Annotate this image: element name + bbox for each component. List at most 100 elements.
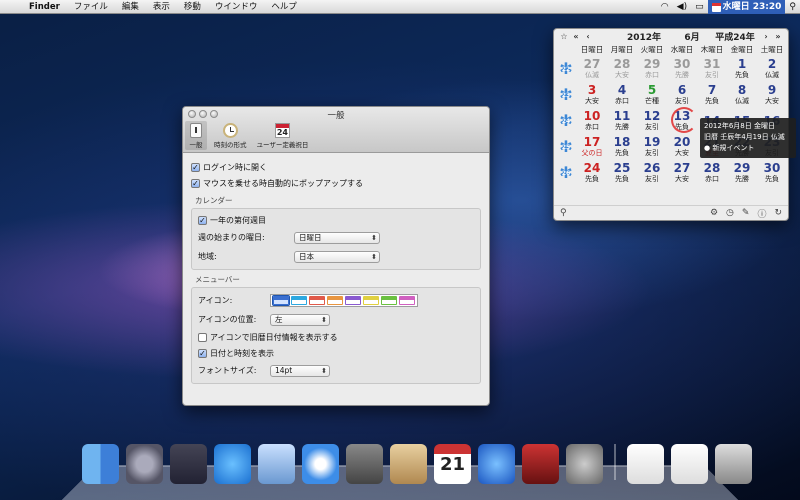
calendar-day[interactable]: 20 大安 bbox=[667, 136, 697, 158]
volume-icon[interactable]: ◀) bbox=[673, 0, 691, 14]
calendar-day[interactable]: 25 先負 bbox=[607, 162, 637, 184]
icon-style-option[interactable] bbox=[363, 296, 379, 305]
facetime-icon[interactable] bbox=[346, 444, 383, 484]
calendar-day[interactable]: 8 仏滅 bbox=[727, 84, 757, 106]
itunes-icon[interactable] bbox=[478, 444, 515, 484]
system-prefs-icon[interactable] bbox=[566, 444, 603, 484]
menu-view[interactable]: 表示 bbox=[146, 0, 177, 14]
mission-control-icon[interactable] bbox=[170, 444, 207, 484]
weekday-label: 土曜日 bbox=[760, 45, 784, 54]
finder-icon[interactable] bbox=[82, 444, 119, 484]
menu-file[interactable]: ファイル bbox=[67, 0, 115, 14]
calendar-day[interactable]: 18 先負 bbox=[607, 136, 637, 158]
menu-help[interactable]: ヘルプ bbox=[264, 0, 304, 14]
login-checkbox[interactable]: ✓ bbox=[191, 162, 200, 172]
calendar-day[interactable]: 28 赤口 bbox=[697, 162, 727, 184]
tooltip-new-event[interactable]: ● 新規イベント bbox=[704, 143, 792, 154]
icon-style-option[interactable] bbox=[345, 296, 361, 305]
calendar-day[interactable]: 27 仏滅 bbox=[577, 58, 607, 80]
app-store-icon[interactable] bbox=[214, 444, 251, 484]
tag-icon[interactable]: ⚲ bbox=[560, 208, 567, 218]
mail-icon[interactable] bbox=[390, 444, 427, 484]
calendar-icon[interactable]: 21 bbox=[434, 444, 471, 484]
document-icon[interactable] bbox=[627, 444, 664, 484]
datetime-checkbox[interactable]: ✓ bbox=[198, 348, 207, 358]
login-option[interactable]: ✓ ログイン時に開く bbox=[191, 159, 481, 175]
gear-icon[interactable]: ⚙ bbox=[710, 208, 718, 218]
icon-style-option[interactable] bbox=[327, 296, 343, 305]
calendar-day[interactable]: 3 大安 bbox=[577, 84, 607, 106]
calendar-day[interactable]: 26 友引 bbox=[637, 162, 667, 184]
preview-icon[interactable] bbox=[258, 444, 295, 484]
lunar-checkbox[interactable] bbox=[198, 332, 207, 342]
calendar-day[interactable]: 27 大安 bbox=[667, 162, 697, 184]
datetime-option[interactable]: ✓ 日付と時刻を表示 bbox=[198, 345, 474, 361]
clock-icon[interactable]: ◷ bbox=[726, 208, 734, 218]
hover-option[interactable]: ✓ マウスを乗せる時自動的にポップアップする bbox=[191, 175, 481, 191]
menu-app-finder[interactable]: Finder bbox=[22, 0, 67, 14]
calendar-day[interactable]: 13 先負 bbox=[667, 107, 697, 133]
trash-icon[interactable] bbox=[715, 444, 752, 484]
icon-style-option[interactable] bbox=[291, 296, 307, 305]
icon-style-option[interactable] bbox=[272, 295, 290, 306]
region-select[interactable]: 日本 bbox=[294, 250, 380, 263]
lunar-option[interactable]: アイコンで旧暦日付情報を表示する bbox=[198, 329, 474, 345]
preferences-window: 一般 一般 時刻の形式 24 ユーザー定義祝日 ✓ ログイン時に開く ✓ マウス… bbox=[182, 106, 490, 406]
tab-general[interactable]: 一般 bbox=[185, 121, 207, 150]
calendar-day[interactable]: 5 芒種 bbox=[637, 84, 667, 106]
icon-style-option[interactable] bbox=[399, 296, 415, 305]
day-rokuyo: 先勝 bbox=[675, 71, 689, 79]
calendar-day[interactable]: 7 先負 bbox=[697, 84, 727, 106]
launchpad-icon[interactable] bbox=[126, 444, 163, 484]
weeknum-checkbox[interactable]: ✓ bbox=[198, 215, 207, 225]
calendar-day[interactable]: 12 友引 bbox=[637, 110, 667, 132]
tab-time-format[interactable]: 時刻の形式 bbox=[211, 121, 250, 150]
favorite-star-icon[interactable]: ☆ bbox=[558, 32, 570, 41]
weeknum-option[interactable]: ✓ 一年の第何週目 bbox=[198, 212, 474, 228]
calendar-day[interactable]: 29 先勝 bbox=[727, 162, 757, 184]
week-start-select[interactable]: 日曜日 bbox=[294, 231, 380, 244]
battery-icon[interactable]: ▭ bbox=[691, 0, 708, 14]
prev-year-button[interactable]: « bbox=[570, 32, 582, 41]
wifi-icon[interactable]: ◠ bbox=[657, 0, 673, 14]
calendar-day[interactable]: 2 仏滅 bbox=[757, 58, 787, 80]
calendar-day[interactable]: 29 赤口 bbox=[637, 58, 667, 80]
calendar-day[interactable]: 10 赤口 bbox=[577, 110, 607, 132]
calendar-day[interactable]: 31 友引 bbox=[697, 58, 727, 80]
icon-style-option[interactable] bbox=[309, 296, 325, 305]
icon-style-option[interactable] bbox=[381, 296, 397, 305]
calendar-day[interactable]: 1 先負 bbox=[727, 58, 757, 80]
menubar-section-label: メニューバー bbox=[195, 275, 240, 284]
calendar-day[interactable]: 28 大安 bbox=[607, 58, 637, 80]
calendar-icon: 24 bbox=[274, 122, 290, 138]
fontsize-select[interactable]: 14pt bbox=[270, 364, 330, 377]
tab-custom-holidays[interactable]: 24 ユーザー定義祝日 bbox=[254, 121, 312, 150]
menu-edit[interactable]: 編集 bbox=[115, 0, 146, 14]
safari-icon[interactable] bbox=[302, 444, 339, 484]
calendar-day[interactable]: 11 先勝 bbox=[607, 110, 637, 132]
calendar-day[interactable]: 30 先勝 bbox=[667, 58, 697, 80]
calendar-day[interactable]: 30 先負 bbox=[757, 162, 787, 184]
menu-window[interactable]: ウインドウ bbox=[208, 0, 265, 14]
photobooth-icon[interactable] bbox=[522, 444, 559, 484]
next-year-button[interactable]: » bbox=[772, 32, 784, 41]
spotlight-icon[interactable]: ⚲ bbox=[785, 0, 800, 14]
menubar-clock[interactable]: 水曜日 23:20 bbox=[707, 0, 786, 14]
calendar-day[interactable]: 17 父の日 bbox=[577, 136, 607, 158]
menu-go[interactable]: 移動 bbox=[177, 0, 208, 14]
info-icon[interactable]: ⓘ bbox=[757, 207, 766, 220]
day-rokuyo: 先負 bbox=[615, 149, 629, 157]
hover-checkbox[interactable]: ✓ bbox=[191, 178, 200, 188]
prev-month-button[interactable]: ‹ bbox=[582, 32, 594, 41]
calendar-day[interactable]: 24 先負 bbox=[577, 162, 607, 184]
pencil-icon[interactable]: ✎ bbox=[742, 208, 750, 218]
next-month-button[interactable]: › bbox=[760, 32, 772, 41]
icon-position-select[interactable]: 左 bbox=[270, 313, 330, 326]
calendar-day[interactable]: 9 大安 bbox=[757, 84, 787, 106]
document-icon[interactable] bbox=[671, 444, 708, 484]
calendar-day[interactable]: 19 友引 bbox=[637, 136, 667, 158]
refresh-icon[interactable]: ↻ bbox=[774, 208, 782, 218]
calendar-day[interactable]: 4 赤口 bbox=[607, 84, 637, 106]
day-rokuyo: 友引 bbox=[645, 149, 659, 157]
calendar-day[interactable]: 6 友引 bbox=[667, 84, 697, 106]
